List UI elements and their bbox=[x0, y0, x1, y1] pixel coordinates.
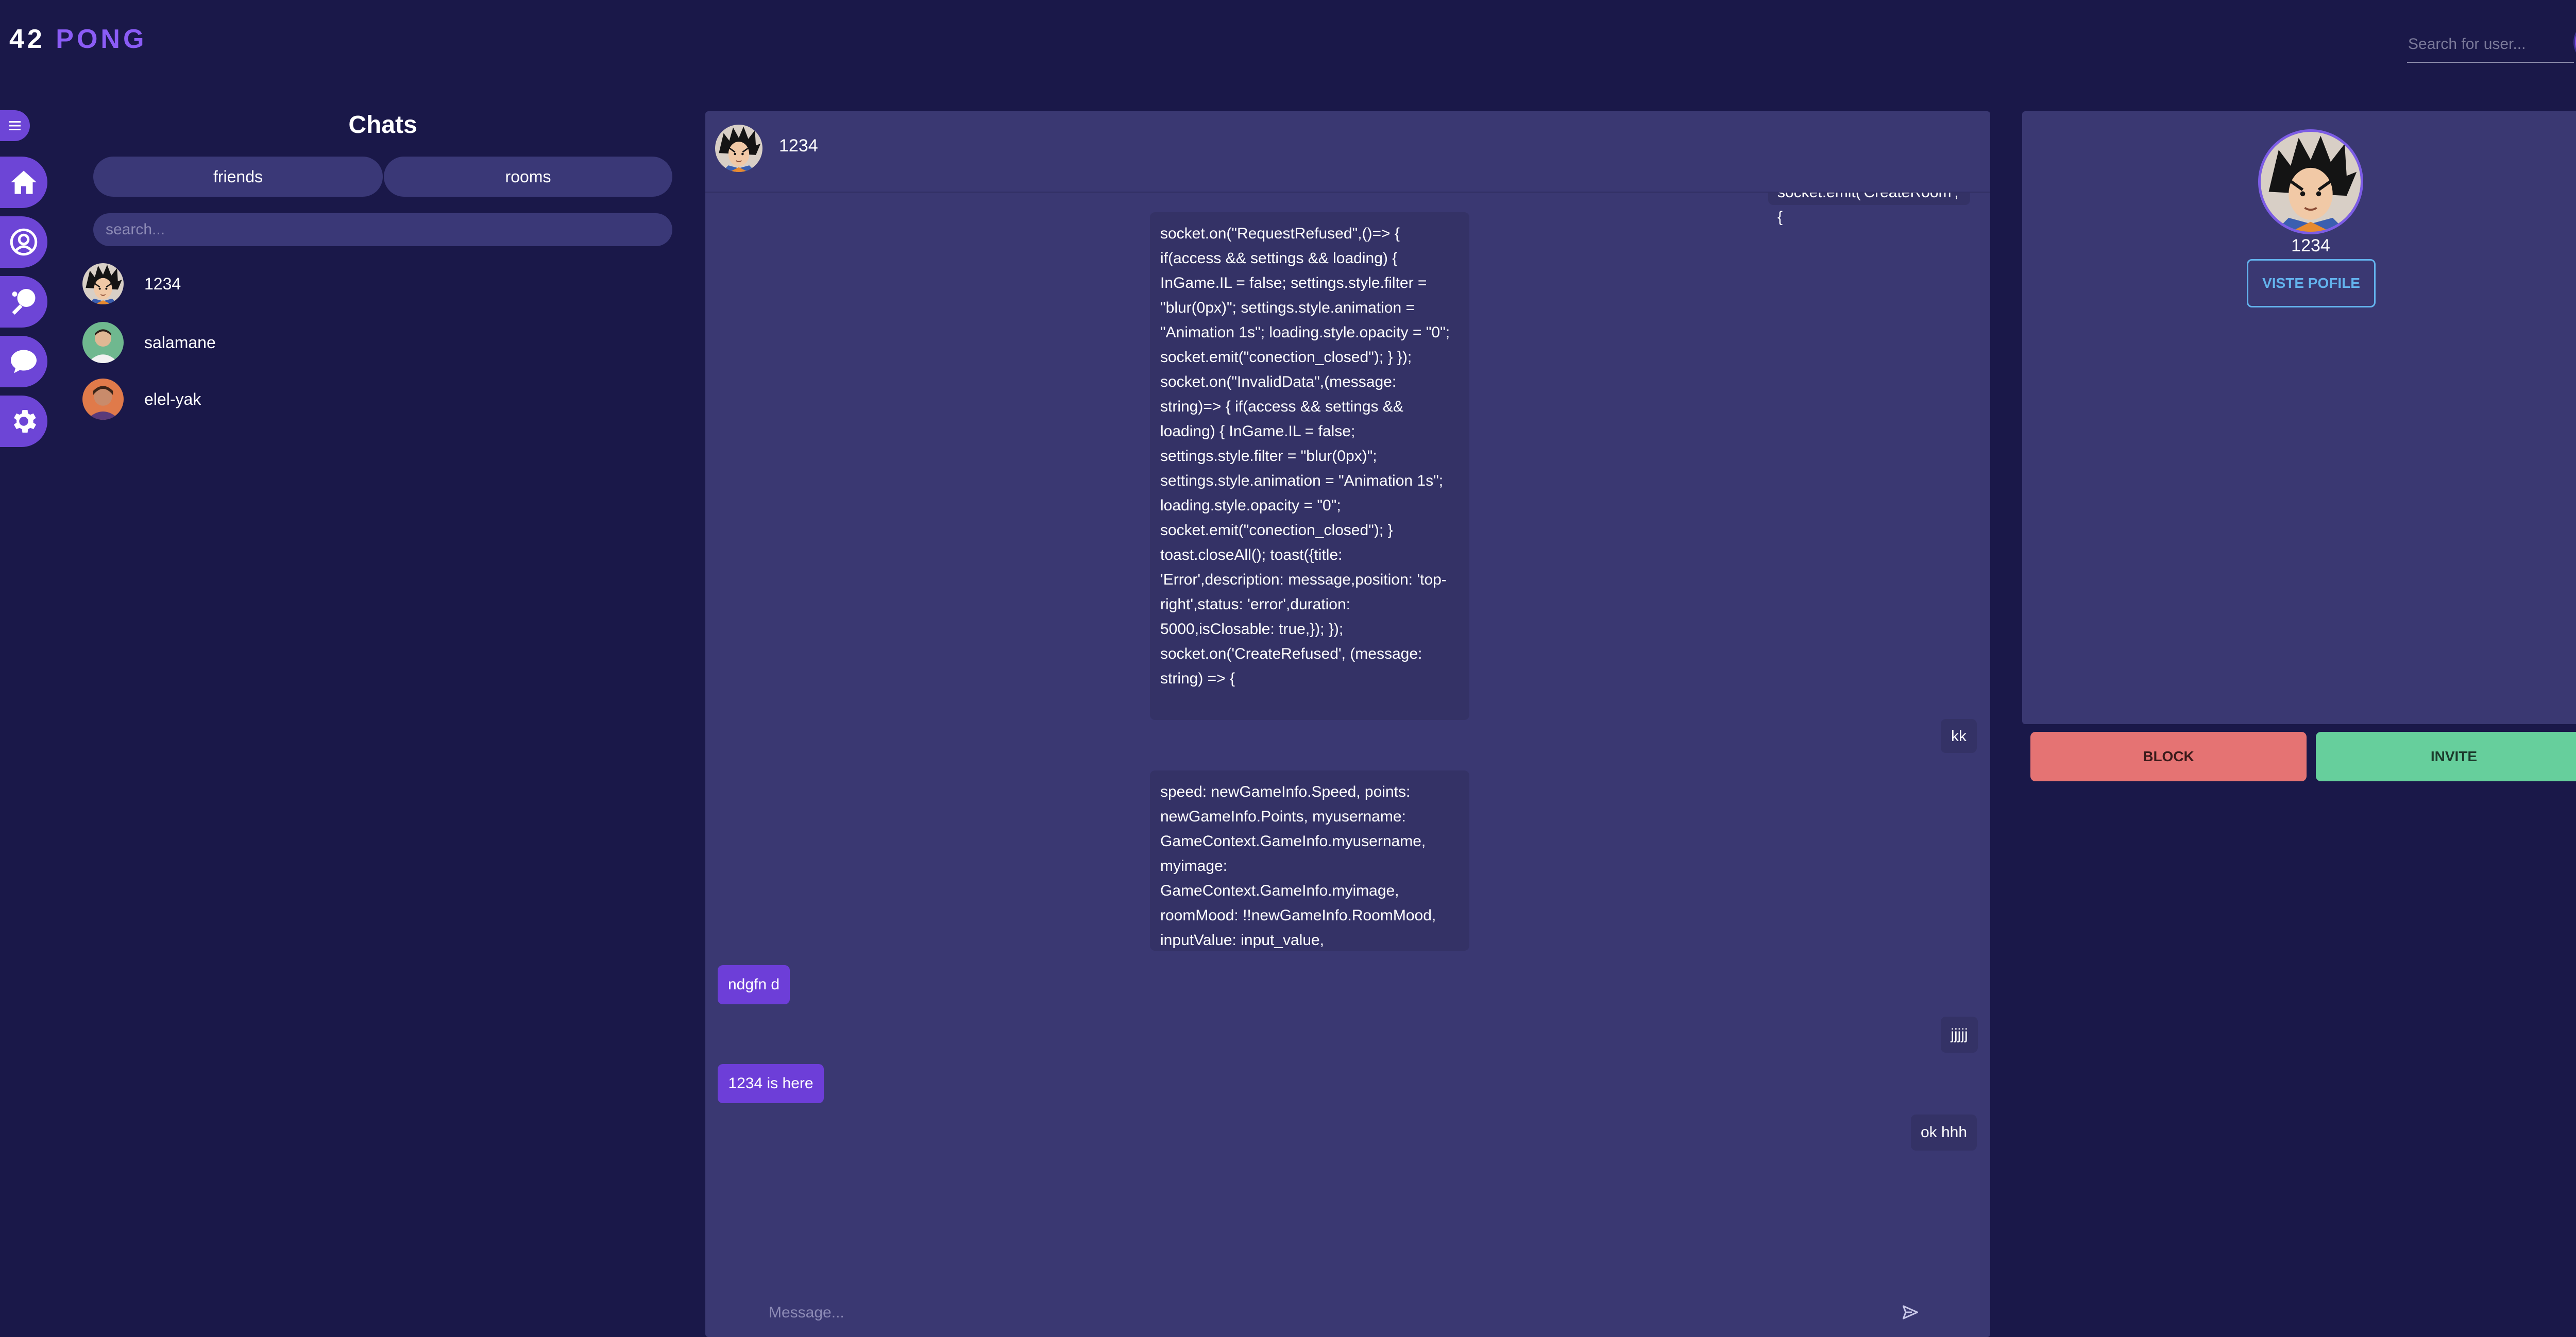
chat-search-input[interactable] bbox=[93, 213, 672, 246]
send-icon bbox=[1903, 1305, 1918, 1319]
sidebar-item-home[interactable] bbox=[0, 157, 47, 208]
message-input[interactable] bbox=[768, 1298, 1893, 1328]
message-bubble: ok hhh bbox=[1911, 1115, 1977, 1151]
app-logo[interactable]: 42 PONG bbox=[9, 24, 147, 55]
message-bubble: speed: newGameInfo.Speed, points: newGam… bbox=[1150, 770, 1469, 951]
message-bubble: 1234 is here bbox=[718, 1064, 824, 1103]
chat-contact-name: elel-yak bbox=[144, 389, 201, 408]
message-bubble: socket.on("RequestRefused",()=> { if(acc… bbox=[1150, 212, 1469, 720]
chat-contact-name: 1234 bbox=[144, 274, 181, 293]
tab-friends[interactable]: friends bbox=[93, 157, 383, 197]
sidebar-toggle-button[interactable] bbox=[0, 110, 30, 141]
chat-icon bbox=[11, 350, 37, 373]
user-icon bbox=[10, 228, 38, 256]
gear-icon bbox=[14, 410, 37, 433]
user-search-input[interactable] bbox=[2407, 27, 2574, 63]
avatar bbox=[82, 263, 124, 304]
logo-word: PONG bbox=[56, 24, 147, 54]
sidebar-item-chat[interactable] bbox=[0, 336, 47, 387]
message-bubble: kk bbox=[1941, 719, 1977, 753]
sidebar-item-settings[interactable] bbox=[0, 396, 47, 447]
chats-title: Chats bbox=[348, 111, 417, 139]
logo-number: 42 bbox=[9, 24, 45, 54]
profile-name: 1234 bbox=[2291, 236, 2330, 255]
message-list[interactable]: socket.emit('CreateRoom',{ socket.on("Re… bbox=[705, 193, 1990, 1279]
home-icon bbox=[11, 170, 37, 194]
conversation-avatar[interactable] bbox=[715, 125, 762, 172]
avatar bbox=[82, 379, 124, 420]
hamburger-icon bbox=[9, 121, 21, 130]
send-button[interactable] bbox=[1896, 1299, 1925, 1326]
chat-list-item[interactable]: salamane bbox=[82, 318, 675, 367]
message-bubble: socket.emit('CreateRoom',{ bbox=[1768, 193, 1970, 226]
tab-rooms[interactable]: rooms bbox=[384, 157, 672, 197]
sidebar-item-game[interactable] bbox=[0, 276, 47, 328]
message-bubble: ndgfn d bbox=[718, 965, 790, 1004]
chat-list-item[interactable]: elel-yak bbox=[82, 375, 675, 423]
sidebar-item-profile[interactable] bbox=[0, 216, 47, 268]
avatar bbox=[82, 322, 124, 363]
ping-pong-icon bbox=[12, 289, 36, 315]
chat-list-item[interactable]: 1234 bbox=[82, 260, 675, 308]
chat-contact-name: salamane bbox=[144, 333, 216, 352]
conversation-contact-name: 1234 bbox=[779, 136, 818, 156]
message-bubble: jjjjj bbox=[1941, 1017, 1978, 1053]
visit-profile-button[interactable]: VISTE POFILE bbox=[2247, 259, 2376, 307]
block-button[interactable]: BLOCK bbox=[2030, 732, 2307, 781]
invite-button[interactable]: INVITE bbox=[2316, 732, 2576, 781]
profile-avatar bbox=[2261, 132, 2361, 232]
